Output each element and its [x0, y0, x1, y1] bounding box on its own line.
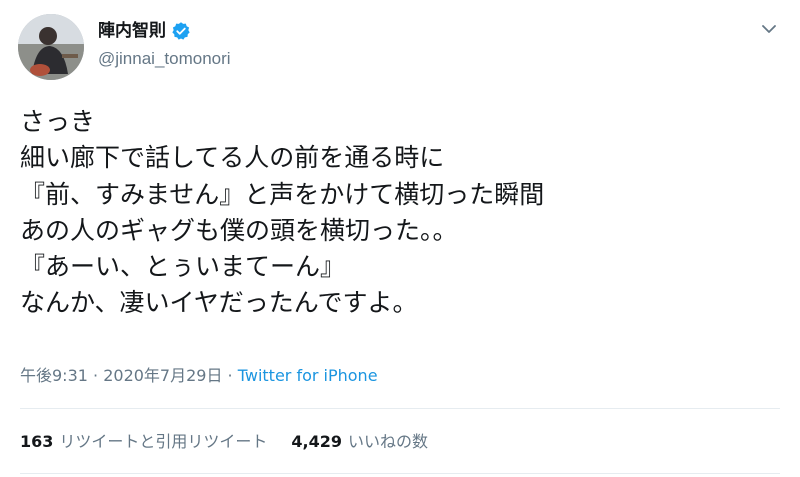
tweet-time[interactable]: 午後9:31 [20, 366, 88, 385]
author-handle[interactable]: @jinnai_tomonori [98, 48, 231, 70]
likes-stat[interactable]: 4,429 いいねの数 [291, 430, 428, 454]
likes-label: いいねの数 [348, 432, 429, 451]
tweet-stats: 163 リツイートと引用リツイート 4,429 いいねの数 [20, 430, 428, 454]
avatar[interactable] [18, 14, 84, 80]
meta-separator: · [87, 366, 104, 385]
tweet-text-line: 『前、すみません』と声をかけて横切った瞬間 [20, 179, 545, 209]
author-name-row[interactable]: 陣内智則 [98, 19, 191, 43]
tweet-metadata: 午後9:31 · 2020年7月29日 · Twitter for iPhone [20, 364, 378, 388]
retweets-label: リツイートと引用リツイート [59, 432, 268, 451]
tweet-text-line: 『あーい、とぅいまてーん』 [20, 252, 346, 282]
divider [20, 408, 780, 409]
divider [20, 473, 780, 474]
tweet-date[interactable]: 2020年7月29日 [103, 366, 222, 385]
tweet-text: さっき 細い廊下で話してる人の前を通る時に 『前、すみません』と声をかけて横切っ… [20, 104, 780, 322]
tweet-source-link[interactable]: Twitter for iPhone [238, 366, 378, 385]
tweet-text-line: さっき [20, 107, 96, 136]
likes-count: 4,429 [291, 432, 343, 451]
retweets-stat[interactable]: 163 リツイートと引用リツイート [20, 430, 267, 454]
display-name[interactable]: 陣内智則 [98, 19, 166, 43]
verified-badge-icon [172, 22, 190, 40]
avatar-photo [18, 14, 84, 80]
retweets-count: 163 [20, 432, 54, 451]
tweet-text-line: なんか、凄いイヤだったんですよ。 [20, 288, 418, 318]
chevron-down-icon[interactable] [760, 22, 778, 36]
tweet-card: 陣内智則 @jinnai_tomonori さっき 細い廊下で話してる人の前を通… [0, 0, 800, 477]
meta-separator: · [222, 366, 238, 385]
tweet-text-line: あの人のギャグも僕の頭を横切った。。 [20, 215, 458, 245]
tweet-text-line: 細い廊下で話してる人の前を通る時に [20, 143, 445, 173]
